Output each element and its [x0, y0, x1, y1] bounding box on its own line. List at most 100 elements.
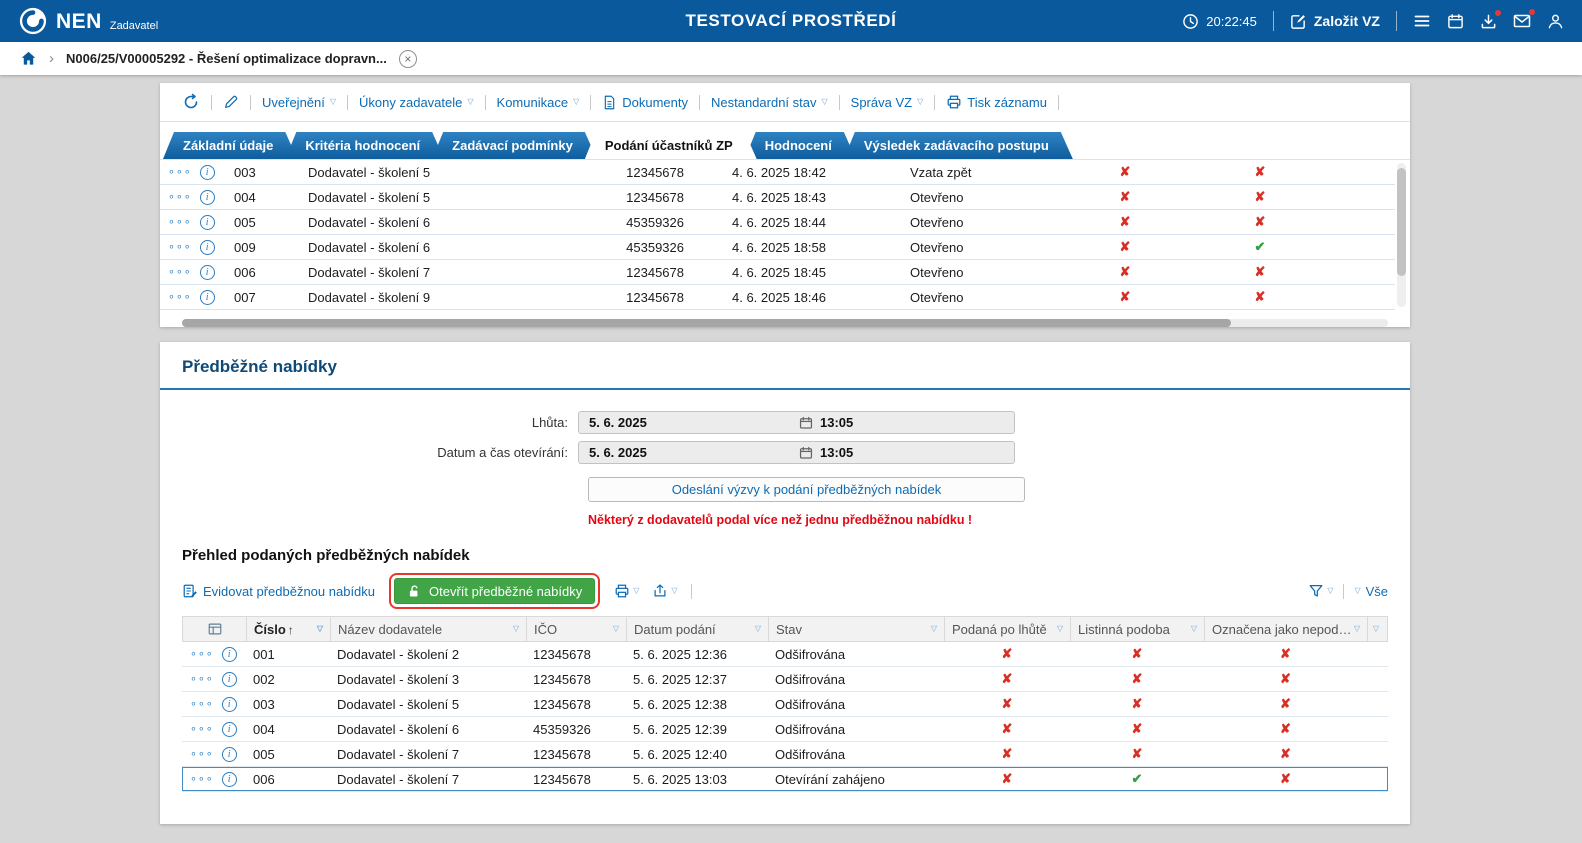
tab[interactable]: Zadávací podmínky — [432, 132, 597, 159]
toolbar-item-komunikace[interactable]: Komunikace ▽ — [497, 95, 580, 110]
deadline-date-value[interactable]: 5. 6. 2025 — [579, 415, 799, 430]
row-actions-icon[interactable]: ∘∘∘ — [168, 242, 192, 253]
header-cislo[interactable]: Číslo↑ ▽ — [247, 617, 331, 641]
flag-icon: ✘ — [1060, 289, 1190, 305]
filter-button[interactable]: ▽ — [1308, 583, 1333, 599]
row-info-icon[interactable]: i — [222, 672, 237, 687]
table-row[interactable]: ∘∘∘ i 005 Dodavatel - školení 6 45359326… — [160, 210, 1395, 235]
toolbar-item-dokumenty[interactable]: Dokumenty — [602, 95, 688, 110]
export-table-button[interactable]: ▽ — [652, 583, 677, 599]
cell-datum-podani: 5. 6. 2025 12:38 — [626, 697, 768, 712]
table-row[interactable]: ∘∘∘ i 007 Dodavatel - školení 9 12345678… — [160, 285, 1395, 310]
row-info-icon[interactable]: i — [200, 165, 215, 180]
tab[interactable]: Podání účastníků ZP — [585, 132, 757, 159]
menu-button[interactable] — [1413, 12, 1431, 30]
header-extra[interactable]: ▽ — [1368, 617, 1384, 641]
tab[interactable]: Kritéria hodnocení — [285, 132, 444, 159]
register-offer-button[interactable]: Evidovat předběžnou nabídku — [182, 583, 375, 599]
close-record-icon[interactable]: × — [399, 50, 417, 68]
tab[interactable]: Výsledek zadávacího postupu — [844, 132, 1073, 159]
header-nazev-dodavatele[interactable]: Název dodavatele ▽ — [331, 617, 527, 641]
cell-cislo: 004 — [230, 190, 308, 205]
opening-time-value[interactable]: 13:05 — [820, 445, 853, 460]
chevron-down-icon: ▽ — [317, 625, 323, 633]
table-row[interactable]: ∘∘∘ i 001 Dodavatel - školení 2 12345678… — [182, 642, 1388, 667]
table-row[interactable]: ∘∘∘ i 003 Dodavatel - školení 5 12345678… — [182, 692, 1388, 717]
toolbar-item-sprava-vz[interactable]: Správa VZ ▽ — [851, 95, 924, 110]
open-offers-button[interactable]: Otevřít předběžné nabídky — [394, 578, 595, 604]
table-row[interactable]: ∘∘∘ i 005 Dodavatel - školení 7 12345678… — [182, 742, 1388, 767]
row-info-icon[interactable]: i — [200, 265, 215, 280]
horizontal-scrollbar-thumb[interactable] — [182, 319, 1231, 327]
header-podana-po-lhute[interactable]: Podaná po lhůtě ▽ — [945, 617, 1071, 641]
opening-date-value[interactable]: 5. 6. 2025 — [579, 445, 799, 460]
table-row[interactable]: ∘∘∘ i 006 Dodavatel - školení 7 12345678… — [160, 260, 1395, 285]
deadline-field[interactable]: 5. 6. 2025 13:05 — [578, 411, 1015, 434]
row-actions-icon[interactable]: ∘∘∘ — [190, 649, 214, 660]
toolbar-item-nestandardni-stav[interactable]: Nestandardní stav ▽ — [711, 95, 828, 110]
tab[interactable]: Hodnocení — [745, 132, 856, 159]
row-info-icon[interactable]: i — [200, 190, 215, 205]
cell-nazev-dodavatele: Dodavatel - školení 7 — [330, 772, 526, 787]
row-info-icon[interactable]: i — [222, 747, 237, 762]
vertical-scrollbar[interactable] — [1397, 163, 1406, 307]
toolbar-item-uverejneni[interactable]: Uveřejnění ▽ — [262, 95, 336, 110]
cell-nazev-dodavatele: Dodavatel - školení 6 — [330, 722, 526, 737]
profile-button[interactable] — [1547, 13, 1564, 30]
row-info-icon[interactable]: i — [200, 215, 215, 230]
header-stav[interactable]: Stav ▽ — [769, 617, 945, 641]
cell-datum-podani: 5. 6. 2025 13:03 — [626, 772, 768, 787]
row-actions-icon[interactable]: ∘∘∘ — [190, 724, 214, 735]
breadcrumb-record[interactable]: N006/25/V00005292 - Řešení optimalizace … — [66, 51, 387, 66]
header-ico[interactable]: IČO ▽ — [527, 617, 627, 641]
print-table-button[interactable]: ▽ — [614, 583, 639, 599]
row-info-icon[interactable]: i — [200, 290, 215, 305]
cell-nazev-dodavatele: Dodavatel - školení 6 — [308, 240, 598, 255]
cell-datum: 4. 6. 2025 18:42 — [690, 165, 880, 180]
row-info-icon[interactable]: i — [222, 722, 237, 737]
create-vz-button[interactable]: Založit VZ — [1290, 13, 1380, 30]
table-row[interactable]: ∘∘∘ i 009 Dodavatel - školení 6 45359326… — [160, 235, 1395, 260]
table-row[interactable]: ∘∘∘ i 006 Dodavatel - školení 7 12345678… — [182, 767, 1388, 792]
row-actions-icon[interactable]: ∘∘∘ — [168, 167, 192, 178]
row-info-icon[interactable]: i — [222, 697, 237, 712]
vertical-scrollbar-thumb[interactable] — [1397, 168, 1406, 276]
column-settings-button[interactable] — [183, 617, 247, 641]
deadline-time-value[interactable]: 13:05 — [820, 415, 853, 430]
row-actions-icon[interactable]: ∘∘∘ — [168, 267, 192, 278]
view-all-dropdown[interactable]: ▽ Vše — [1354, 584, 1388, 599]
flag-icon: ✘ — [1190, 189, 1330, 205]
row-info-icon[interactable]: i — [222, 772, 237, 787]
row-info-icon[interactable]: i — [200, 240, 215, 255]
horizontal-scrollbar[interactable] — [182, 319, 1388, 327]
nen-logo[interactable]: NEN Zadavatel — [18, 6, 158, 36]
tab[interactable]: Základní údaje — [163, 132, 297, 159]
table-row[interactable]: ∘∘∘ i 004 Dodavatel - školení 6 45359326… — [182, 717, 1388, 742]
row-actions-icon[interactable]: ∘∘∘ — [190, 749, 214, 760]
toolbar-item-ukony-zadavatele[interactable]: Úkony zadavatele ▽ — [359, 95, 474, 110]
table-row[interactable]: ∘∘∘ i 003 Dodavatel - školení 5 12345678… — [160, 160, 1395, 185]
refresh-button[interactable] — [182, 93, 200, 111]
row-actions-icon[interactable]: ∘∘∘ — [190, 699, 214, 710]
header-listinna-podoba[interactable]: Listinná podoba ▽ — [1071, 617, 1205, 641]
toolbar-separator — [211, 95, 212, 110]
row-actions-icon[interactable]: ∘∘∘ — [190, 774, 214, 785]
row-actions-icon[interactable]: ∘∘∘ — [168, 192, 192, 203]
calendar-button[interactable] — [1447, 13, 1464, 30]
home-button[interactable] — [20, 50, 37, 67]
row-actions-icon[interactable]: ∘∘∘ — [190, 674, 214, 685]
messages-button[interactable] — [1513, 12, 1531, 30]
row-info-icon[interactable]: i — [222, 647, 237, 662]
home-icon — [20, 50, 37, 67]
table-row[interactable]: ∘∘∘ i 002 Dodavatel - školení 3 12345678… — [182, 667, 1388, 692]
send-invitation-button[interactable]: Odeslání výzvy k podání předběžných nabí… — [588, 477, 1025, 502]
header-datum-podani[interactable]: Datum podání ▽ — [627, 617, 769, 641]
opening-field[interactable]: 5. 6. 2025 13:05 — [578, 441, 1015, 464]
row-actions-icon[interactable]: ∘∘∘ — [168, 292, 192, 303]
header-oznacena-jako-nepodana[interactable]: Označena jako nepodaná ▽ — [1205, 617, 1368, 641]
row-actions-icon[interactable]: ∘∘∘ — [168, 217, 192, 228]
downloads-button[interactable] — [1480, 13, 1497, 30]
edit-record-button[interactable] — [223, 94, 239, 110]
table-row[interactable]: ∘∘∘ i 004 Dodavatel - školení 5 12345678… — [160, 185, 1395, 210]
toolbar-item-tisk-zaznamu[interactable]: Tisk záznamu — [946, 94, 1047, 110]
